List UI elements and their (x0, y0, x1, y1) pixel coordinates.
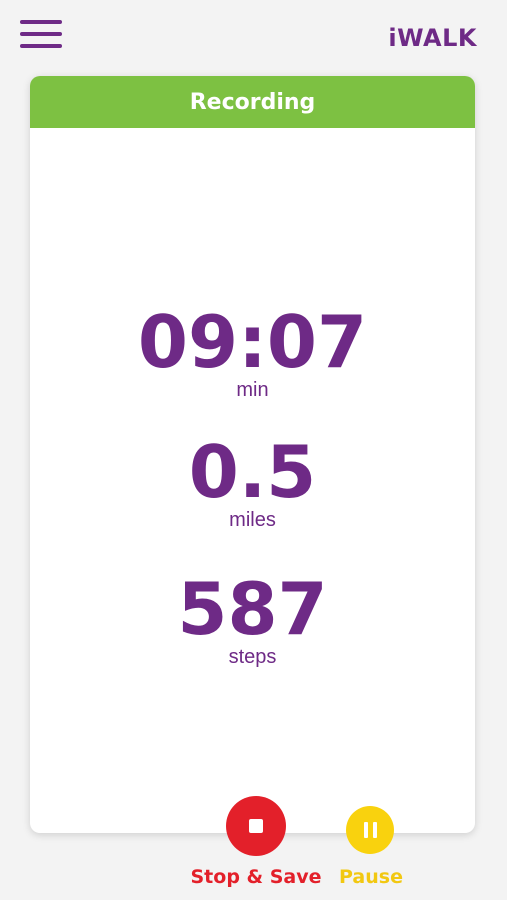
distance-stat: 0.5 miles (30, 436, 475, 530)
recording-header: Recording (30, 76, 475, 128)
steps-value: 587 (177, 567, 328, 651)
time-unit: min (236, 379, 269, 401)
recording-card: Recording 09:07 min 0.5 miles 587 steps (30, 76, 475, 833)
pause-button[interactable] (346, 806, 394, 854)
hamburger-menu-icon[interactable] (20, 20, 62, 50)
distance-value: 0.5 (188, 430, 317, 514)
distance-unit: miles (229, 509, 276, 531)
app-logo: iWALK (388, 24, 477, 52)
steps-unit: steps (228, 646, 277, 668)
steps-stat: 587 steps (30, 573, 475, 667)
stop-save-button[interactable] (226, 796, 286, 856)
stop-icon (249, 819, 263, 833)
pause-icon (363, 822, 368, 838)
menu-bar-bottom (20, 44, 62, 48)
menu-bar-top (20, 20, 62, 24)
menu-bar-middle (20, 32, 62, 36)
pause-label[interactable]: Pause (326, 866, 416, 888)
pause-icon-bar (372, 822, 377, 838)
time-stat: 09:07 min (30, 306, 475, 400)
stop-save-label[interactable]: Stop & Save (186, 866, 326, 888)
time-value: 09:07 (137, 300, 368, 384)
